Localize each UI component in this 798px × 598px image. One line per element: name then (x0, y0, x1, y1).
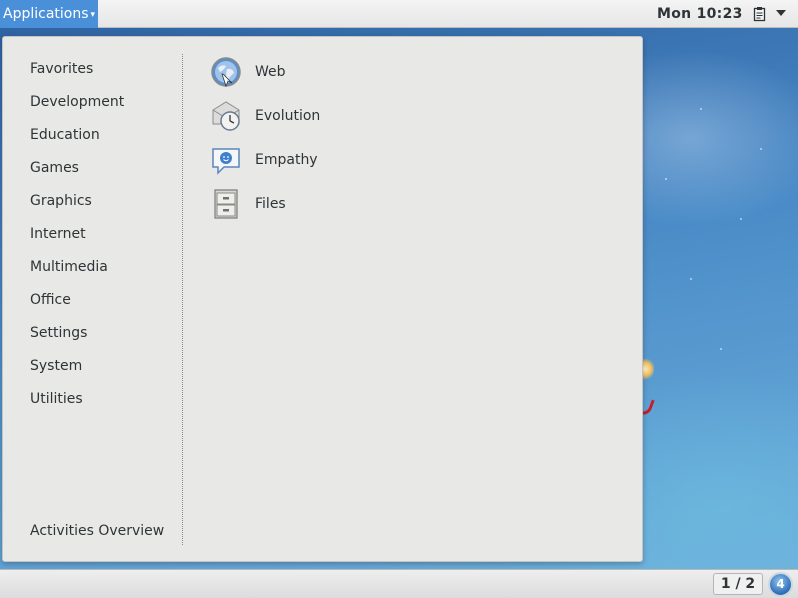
applications-menu: Favorites Development Education Games Gr… (2, 36, 643, 562)
category-settings[interactable]: Settings (30, 323, 87, 343)
applications-label: Applications (3, 6, 89, 22)
applications-menu-button[interactable]: Applications ▾ (0, 0, 98, 28)
app-web[interactable]: Web (210, 56, 410, 90)
star-dot (720, 348, 722, 350)
chevron-down-icon[interactable] (776, 10, 786, 16)
star-dot (690, 278, 692, 280)
dropdown-arrow-icon: ▾ (90, 10, 96, 20)
star-dot (700, 108, 702, 110)
app-label: Empathy (255, 152, 318, 168)
category-list: Favorites Development Education Games Gr… (3, 37, 183, 561)
notification-count-badge[interactable]: 4 (768, 572, 793, 597)
clipboard-icon[interactable] (752, 6, 768, 22)
star-dot (760, 148, 762, 150)
category-favorites[interactable]: Favorites (30, 59, 93, 79)
workspace-indicator[interactable]: 1 / 2 (713, 573, 763, 595)
evolution-mail-icon (212, 101, 240, 131)
app-label: Files (255, 196, 286, 212)
web-browser-icon (211, 57, 241, 88)
empathy-chat-icon (212, 148, 240, 175)
menu-divider (182, 54, 183, 545)
category-graphics[interactable]: Graphics (30, 191, 92, 211)
category-utilities[interactable]: Utilities (30, 389, 83, 409)
category-multimedia[interactable]: Multimedia (30, 257, 108, 277)
app-files[interactable]: Files (210, 188, 410, 222)
file-cabinet-icon (214, 189, 238, 219)
activities-overview-link[interactable]: Activities Overview (30, 521, 164, 541)
category-education[interactable]: Education (30, 125, 100, 145)
app-empathy[interactable]: Empathy (210, 144, 410, 178)
category-system[interactable]: System (30, 356, 82, 376)
star-dot (740, 218, 742, 220)
category-games[interactable]: Games (30, 158, 79, 178)
category-internet[interactable]: Internet (30, 224, 86, 244)
bottom-bar: 1 / 2 4 (0, 569, 798, 598)
app-label: Evolution (255, 108, 321, 124)
app-label: Web (255, 64, 286, 80)
clock[interactable]: Mon 10:23 (657, 0, 743, 28)
top-bar: Applications ▾ Mon 10:23 (0, 0, 798, 28)
category-development[interactable]: Development (30, 92, 124, 112)
app-evolution[interactable]: Evolution (210, 100, 410, 134)
category-office[interactable]: Office (30, 290, 71, 310)
star-dot (665, 178, 667, 180)
